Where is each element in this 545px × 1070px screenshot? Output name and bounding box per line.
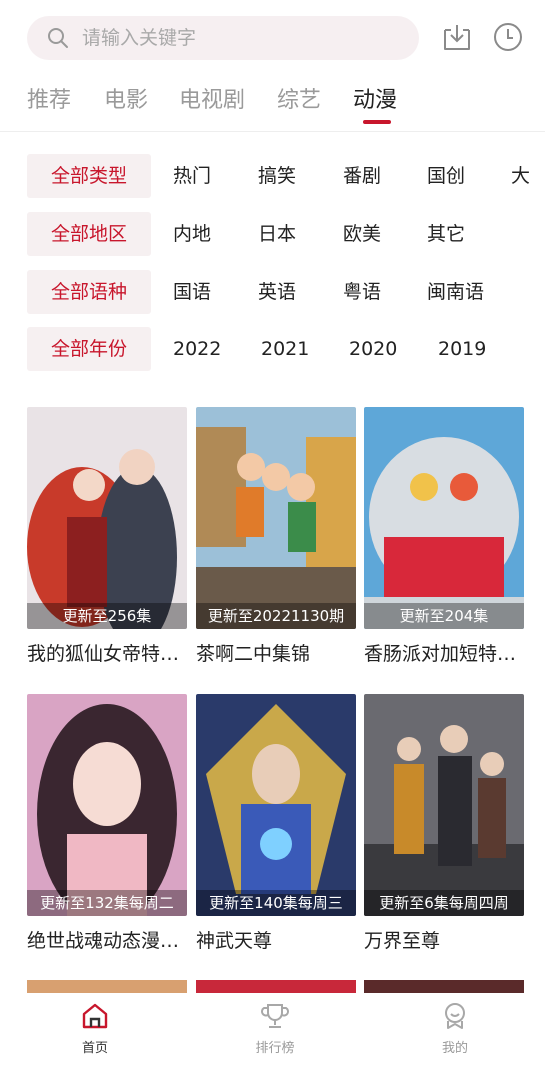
episode-badge: 更新至20221130期 [196,603,356,629]
filter-option[interactable]: 2021 [261,327,309,371]
card-title: 香肠派对加短特… [364,643,517,665]
filter-row-language: 全部语种 国语 英语 粤语 闽南语 [27,270,545,314]
anime-card[interactable]: 更新至204集 香肠派对加短特… [364,407,524,666]
top-bar [0,14,545,64]
filter-region-all[interactable]: 全部地区 [27,212,151,256]
tab-variety[interactable]: 综艺 [277,82,321,114]
filter-option[interactable]: 粤语 [343,270,381,314]
filter-option[interactable]: 搞笑 [258,154,296,198]
divider [0,131,545,132]
poster-image: 更新至140集每周三 [196,694,356,916]
anime-card[interactable]: 更新至132集每周二 绝世战魂动态漫… [27,694,187,953]
poster-image: 更新至132集每周二 [27,694,187,916]
poster-image: 更新至204集 [364,407,524,629]
nav-home-label: 首页 [81,1041,108,1056]
filter-option[interactable]: 2020 [349,327,397,371]
episode-badge: 更新至140集每周三 [196,890,356,916]
nav-ranking-label: 排行榜 [255,1041,295,1056]
filter-row-type: 全部类型 热门 搞笑 番剧 国创 大 [27,154,545,198]
tab-anime[interactable]: 动漫 [353,82,397,114]
filter-option[interactable]: 大 [511,154,530,198]
anime-card[interactable]: 更新至6集每周四周 万界至尊 [364,694,524,953]
nav-profile[interactable]: 我的 [405,993,505,1070]
card-title: 万界至尊 [364,930,441,952]
filter-option[interactable]: 国语 [173,270,211,314]
filter-row-region: 全部地区 内地 日本 欧美 其它 [27,212,545,256]
tab-movies[interactable]: 电影 [104,82,148,114]
trophy-icon [261,1004,289,1028]
nav-profile-label: 我的 [441,1041,468,1056]
episode-badge: 更新至256集 [27,603,187,629]
filter-type-all[interactable]: 全部类型 [27,154,151,198]
filter-option[interactable]: 国创 [427,154,465,198]
filter-option[interactable]: 热门 [173,154,211,198]
history-clock-icon[interactable] [492,21,524,53]
episode-badge: 更新至204集 [364,603,524,629]
anime-card[interactable]: 更新至20221130期 茶啊二中集锦 [196,407,356,666]
home-icon [82,1003,108,1029]
search-input[interactable] [82,16,402,60]
card-title: 我的狐仙女帝特… [27,643,180,665]
episode-badge: 更新至6集每周四周 [364,890,524,916]
poster-image: 更新至20221130期 [196,407,356,629]
filter-option[interactable]: 2022 [173,327,221,371]
nav-home[interactable]: 首页 [45,993,145,1070]
filter-option[interactable]: 其它 [427,212,465,256]
episode-badge: 更新至132集每周二 [27,890,187,916]
filter-option[interactable]: 日本 [258,212,296,256]
search-icon [48,28,68,48]
filter-option[interactable]: 2019 [438,327,486,371]
tab-recommend[interactable]: 推荐 [27,82,71,114]
tab-tv-series[interactable]: 电视剧 [179,82,245,114]
search-box[interactable] [27,16,419,60]
bottom-navigation: 首页 排行榜 我的 [0,993,545,1070]
active-tab-indicator [363,120,391,124]
filter-option[interactable]: 闽南语 [427,270,484,314]
download-icon[interactable] [441,21,473,53]
filter-option[interactable]: 英语 [258,270,296,314]
nav-ranking[interactable]: 排行榜 [225,993,325,1070]
card-title: 绝世战魂动态漫… [27,930,180,952]
card-title: 神武天尊 [196,930,273,952]
filter-option[interactable]: 欧美 [343,212,381,256]
poster-image: 更新至256集 [27,407,187,629]
filter-option[interactable]: 内地 [173,212,211,256]
filter-language-all[interactable]: 全部语种 [27,270,151,314]
filter-option[interactable]: 番剧 [343,154,381,198]
filter-row-year: 全部年份 2022 2021 2020 2019 [27,327,545,371]
anime-card[interactable]: 更新至256集 我的狐仙女帝特… [27,407,187,666]
filter-year-all[interactable]: 全部年份 [27,327,151,371]
card-title: 茶啊二中集锦 [196,643,311,665]
profile-icon [445,1003,465,1029]
anime-card[interactable]: 更新至140集每周三 神武天尊 [196,694,356,953]
poster-image: 更新至6集每周四周 [364,694,524,916]
